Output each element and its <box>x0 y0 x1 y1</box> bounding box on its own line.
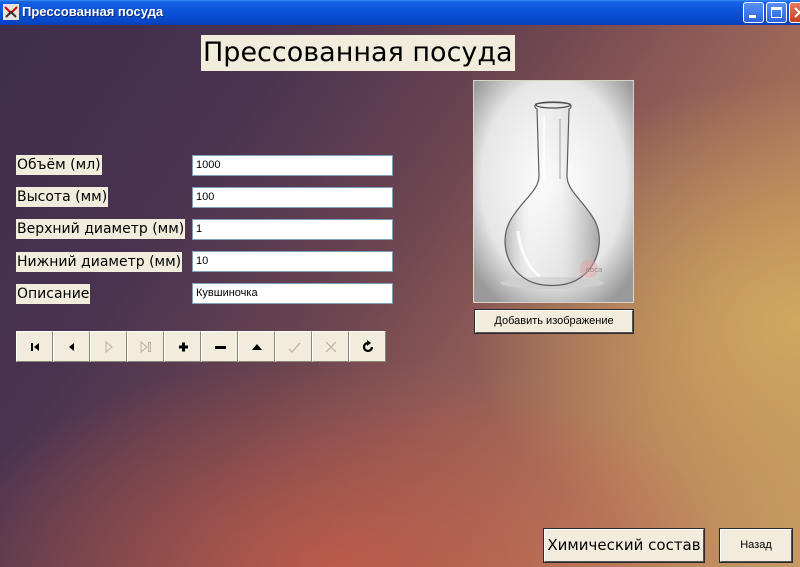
first-record-icon <box>31 343 39 351</box>
title-bar[interactable]: Прессованная посуда <box>0 0 800 25</box>
db-navigator <box>16 331 386 362</box>
description-label: Описание <box>16 284 91 304</box>
nav-next-button[interactable] <box>90 331 127 362</box>
nav-post-button[interactable] <box>275 331 312 362</box>
page-title: Прессованная посуда <box>201 35 515 71</box>
height-label: Высота (мм) <box>16 187 109 207</box>
maximize-icon <box>771 7 782 18</box>
add-image-button[interactable]: Добавить изображение <box>474 309 634 334</box>
delete-record-icon <box>215 346 226 349</box>
last-record-icon <box>140 340 151 354</box>
nav-refresh-button[interactable] <box>349 331 386 362</box>
app-icon <box>3 4 19 20</box>
insert-record-icon <box>179 342 188 352</box>
minimize-button[interactable] <box>743 2 764 23</box>
image-watermark: coca <box>586 266 602 274</box>
nav-insert-button[interactable] <box>164 331 201 362</box>
close-button[interactable] <box>789 2 800 23</box>
product-image: coca <box>473 80 634 303</box>
nav-first-button[interactable] <box>16 331 53 362</box>
application-window: Прессованная посуда Прессованная посуда … <box>0 0 800 567</box>
height-field[interactable]: 100 <box>192 187 393 208</box>
bottom-diameter-field[interactable]: 10 <box>192 251 393 272</box>
cancel-edit-icon <box>325 341 337 353</box>
refresh-icon <box>362 340 374 353</box>
chemical-composition-button[interactable]: Химический состав <box>543 528 705 563</box>
top-diameter-field[interactable]: 1 <box>192 219 393 240</box>
glass-flask-image: coca <box>474 81 633 302</box>
nav-last-button[interactable] <box>127 331 164 362</box>
back-button[interactable]: Назад <box>719 528 793 563</box>
window-title: Прессованная посуда <box>22 4 164 19</box>
minimize-icon <box>749 15 756 18</box>
prior-record-icon <box>69 343 74 351</box>
volume-field[interactable]: 1000 <box>192 155 393 176</box>
maximize-button[interactable] <box>766 2 787 23</box>
nav-edit-button[interactable] <box>238 331 275 362</box>
description-field[interactable]: Кувшиночка <box>192 283 393 304</box>
nav-cancel-button[interactable] <box>312 331 349 362</box>
post-record-icon <box>288 342 301 353</box>
close-icon <box>794 7 800 18</box>
top-diameter-label: Верхний диаметр (мм) <box>16 219 186 239</box>
next-record-icon <box>105 340 113 354</box>
nav-prior-button[interactable] <box>53 331 90 362</box>
nav-delete-button[interactable] <box>201 331 238 362</box>
volume-label: Объём (мл) <box>16 155 102 175</box>
form-client-area: Прессованная посуда Объём (мл) 1000 Высо… <box>0 25 800 567</box>
edit-record-icon <box>252 344 262 350</box>
bottom-diameter-label: Нижний диаметр (мм) <box>16 252 183 272</box>
